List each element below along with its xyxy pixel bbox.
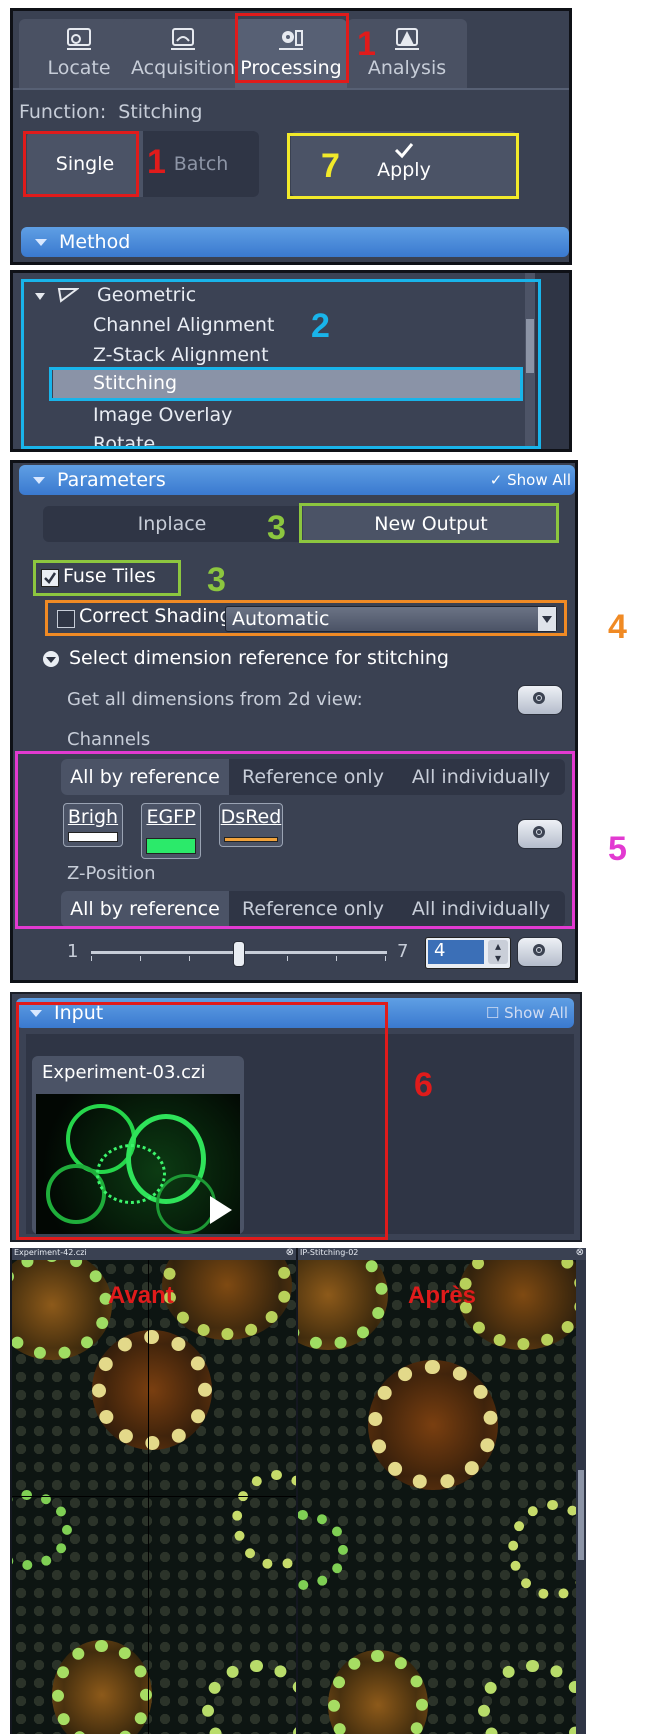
annotation-1-tab: 1 xyxy=(357,25,376,63)
output-inplace-button[interactable]: Inplace xyxy=(43,506,301,542)
method-header[interactable]: Method xyxy=(21,227,569,257)
annotation-1-single: 1 xyxy=(147,143,166,181)
annotation-4: 4 xyxy=(608,608,627,646)
show-all-label: Show All xyxy=(507,471,571,489)
function-value: Stitching xyxy=(118,101,203,123)
viewer-comparison: Experiment-42.czi ⊗ Avant IP-Stitching-0… xyxy=(10,1247,586,1734)
locate-icon xyxy=(67,28,91,50)
highlight-correct-shading xyxy=(45,600,567,636)
viewer-left-titlebar: Experiment-42.czi ⊗ xyxy=(12,1247,296,1260)
viewer-left[interactable]: Experiment-42.czi ⊗ Avant xyxy=(12,1247,296,1734)
batch-button-label: Batch xyxy=(173,153,229,175)
function-row: Function: Stitching xyxy=(19,101,202,123)
highlight-new-output xyxy=(299,503,559,543)
highlight-fuse-tiles xyxy=(33,560,181,596)
input-show-all-label: Show All xyxy=(504,1004,568,1022)
annotation-2: 2 xyxy=(311,307,330,345)
collapse-arrow-icon xyxy=(35,239,47,246)
acquisition-icon xyxy=(171,28,195,50)
z-settings-button[interactable] xyxy=(517,937,563,967)
input-show-all-box-icon: ☐ xyxy=(485,1004,500,1022)
output-inplace-label: Inplace xyxy=(137,513,207,535)
viewer-left-close-icon[interactable]: ⊗ xyxy=(286,1247,294,1258)
viewer-left-image xyxy=(12,1260,296,1734)
spin-updown-icon[interactable]: ▴ ▾ xyxy=(488,940,508,964)
analysis-icon xyxy=(395,28,419,50)
parameters-header-label: Parameters xyxy=(57,469,166,491)
z-value-spinbox[interactable]: 4 ▴ ▾ xyxy=(425,937,511,969)
z-slider[interactable] xyxy=(91,941,387,967)
viewer-right[interactable]: IP-Stitching-02 ⊗ Après xyxy=(298,1247,586,1734)
method-header-label: Method xyxy=(59,231,131,253)
highlight-channel-reference xyxy=(15,751,575,929)
z-slider-thumb[interactable] xyxy=(233,941,245,967)
stitch-seam-horizontal xyxy=(12,1496,296,1497)
highlight-input-file xyxy=(16,1002,388,1240)
viewer-right-titlebar: IP-Stitching-02 ⊗ xyxy=(298,1247,586,1260)
dimension-section-title: Select dimension reference for stitching xyxy=(69,647,449,669)
channels-label: Channels xyxy=(67,729,151,750)
processing-panel: Locate Acquisition Processing Analysis F… xyxy=(10,8,572,265)
parameters-header[interactable]: Parameters ✓ Show All xyxy=(19,465,575,495)
highlight-stitching xyxy=(49,367,523,401)
get-all-dims-label: Get all dimensions from 2d view: xyxy=(67,689,363,710)
viewer-right-label: Après xyxy=(408,1282,477,1309)
tab-locate[interactable]: Locate xyxy=(19,19,139,89)
highlight-method-list xyxy=(21,279,541,449)
annotation-7: 7 xyxy=(321,147,340,185)
annotation-3-fuse: 3 xyxy=(207,561,226,599)
viewer-right-scrollbar[interactable] xyxy=(576,1260,586,1734)
tab-acquisition[interactable]: Acquisition xyxy=(123,19,243,89)
viewer-right-image xyxy=(298,1260,576,1734)
z-slider-min-label: 1 xyxy=(67,941,79,962)
tab-analysis-label: Analysis xyxy=(367,57,447,79)
viewer-left-title: Experiment-42.czi xyxy=(14,1248,87,1257)
parameters-collapse-icon xyxy=(33,477,45,484)
tab-strip-line xyxy=(13,88,569,90)
viewer-right-close-icon[interactable]: ⊗ xyxy=(576,1247,584,1258)
viewer-left-label: Avant xyxy=(108,1282,174,1309)
annotation-5: 5 xyxy=(608,830,627,868)
method-list-panel: Geometric Channel Alignment Z-Stack Alig… xyxy=(10,270,572,452)
stitch-seam-vertical xyxy=(148,1260,149,1734)
highlight-processing-tab xyxy=(235,13,349,83)
viewer-right-title: IP-Stitching-02 xyxy=(300,1248,359,1257)
get-dims-button[interactable] xyxy=(517,685,563,715)
input-panel: Input ☐ Show All Experiment-03.czi 6 xyxy=(10,992,582,1242)
viewer-right-scrollbar-thumb[interactable] xyxy=(578,1470,584,1560)
section-expand-icon[interactable] xyxy=(43,651,59,667)
tab-acquisition-label: Acquisition xyxy=(130,57,236,79)
annotation-3-output: 3 xyxy=(267,509,286,547)
show-all-toggle[interactable]: ✓ Show All xyxy=(490,465,571,495)
input-show-all-toggle[interactable]: ☐ Show All xyxy=(486,998,568,1028)
z-value-field[interactable]: 4 xyxy=(428,940,484,964)
tab-locate-label: Locate xyxy=(47,57,111,79)
z-slider-max-label: 7 xyxy=(397,941,409,962)
function-label: Function: xyxy=(19,101,107,123)
parameters-panel: Parameters ✓ Show All Inplace New Output… xyxy=(10,460,578,983)
highlight-single-button xyxy=(23,131,139,197)
show-all-check-icon: ✓ xyxy=(489,471,503,489)
annotation-6: 6 xyxy=(414,1066,433,1104)
